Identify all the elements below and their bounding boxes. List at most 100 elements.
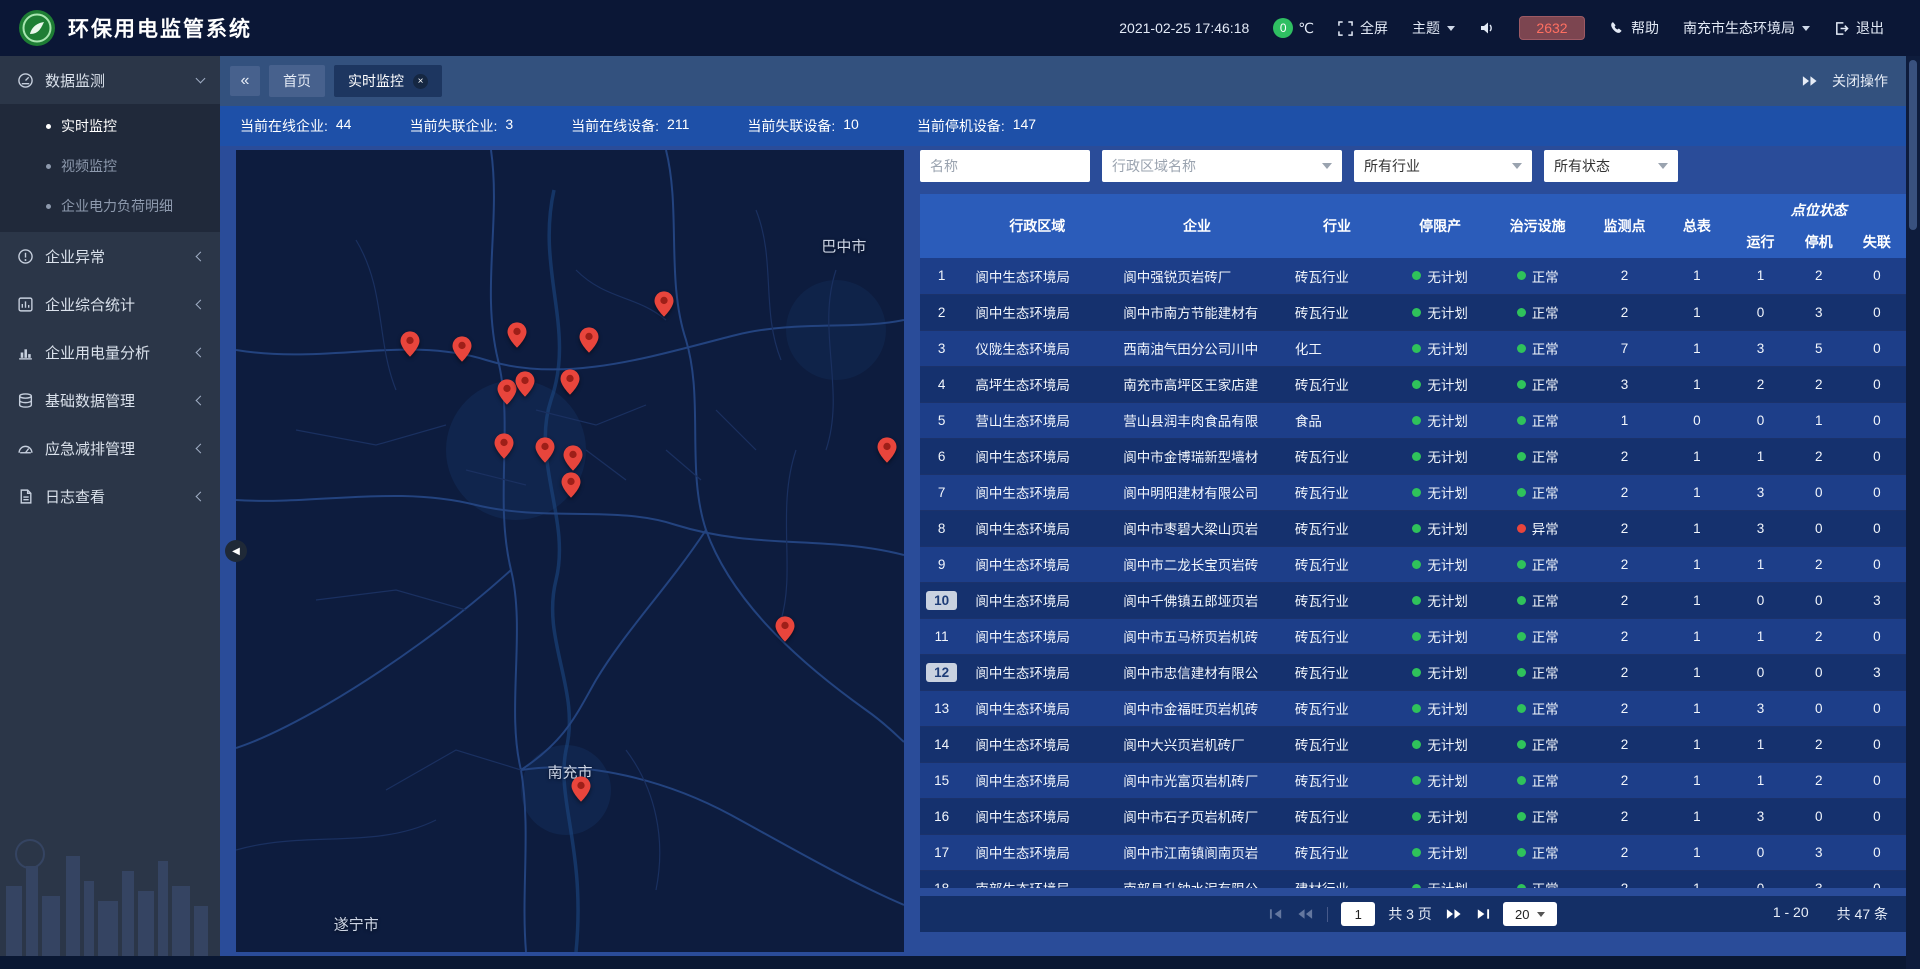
- pagination-first-button[interactable]: [1269, 908, 1284, 920]
- table-row[interactable]: 8 阆中生态环境局 阆中市枣碧大梁山页岩 砖瓦行业 无计划 异常 2 1 3 0…: [920, 510, 1906, 546]
- map-pin-icon[interactable]: [571, 776, 590, 807]
- tabs-scroll-right-button[interactable]: [1801, 75, 1818, 87]
- map-pin-icon[interactable]: [561, 369, 580, 400]
- help-button[interactable]: 帮助: [1609, 18, 1659, 38]
- speaker-icon[interactable]: [1479, 20, 1495, 36]
- top-header: 环保用电监管系统 2021-02-25 17:46:18 0 ℃ 全屏 主题 2…: [0, 0, 1920, 56]
- status-dot-icon: [1517, 560, 1526, 569]
- map-pin-icon[interactable]: [580, 327, 599, 358]
- cell-treatment-status: 正常: [1489, 762, 1587, 798]
- sidebar-group[interactable]: 企业异常: [0, 232, 220, 280]
- map-pin-icon[interactable]: [508, 322, 527, 353]
- page-size-select[interactable]: 20: [1503, 902, 1557, 926]
- row-index: 6: [920, 438, 963, 474]
- sidebar-group[interactable]: 日志查看: [0, 472, 220, 520]
- chevron-down-icon: [1447, 26, 1455, 31]
- cell-running: 0: [1731, 654, 1789, 690]
- scrollbar-thumb[interactable]: [1909, 60, 1917, 230]
- map-pin-icon[interactable]: [877, 437, 896, 468]
- map-collapse-button[interactable]: ◀: [225, 540, 247, 562]
- pagination-next-button[interactable]: [1445, 908, 1462, 920]
- stat-item: 当前在线企业: 44: [240, 116, 351, 136]
- sidebar-subitem[interactable]: 实时监控: [0, 106, 220, 146]
- table-row[interactable]: 3 仪陇生态环境局 西南油气田分公司川中 化工 无计划 正常 7 1 3 5 0: [920, 330, 1906, 366]
- close-operations-button[interactable]: 关闭操作: [1832, 71, 1888, 91]
- tab[interactable]: 首页: [269, 65, 325, 97]
- table-row[interactable]: 9 阆中生态环境局 阆中市二龙长宝页岩砖 砖瓦行业 无计划 正常 2 1 1 2…: [920, 546, 1906, 582]
- sidebar-group[interactable]: 企业综合统计: [0, 280, 220, 328]
- sidebar-subitem[interactable]: 企业电力负荷明细: [0, 186, 220, 226]
- map-pin-icon[interactable]: [655, 291, 674, 322]
- table-row[interactable]: 13 阆中生态环境局 阆中市金福旺页岩机砖 砖瓦行业 无计划 正常 2 1 3 …: [920, 690, 1906, 726]
- table-row[interactable]: 4 高坪生态环境局 南充市高坪区王家店建 砖瓦行业 无计划 正常 3 1 2 2…: [920, 366, 1906, 402]
- map-pin-icon[interactable]: [497, 379, 516, 410]
- pagination-prev-button[interactable]: [1297, 908, 1314, 920]
- map-city-label: 巴中市: [821, 236, 866, 257]
- cell-company: 阆中明阳建材有限公司: [1111, 474, 1283, 510]
- table-row[interactable]: 14 阆中生态环境局 阆中大兴页岩机砖厂 砖瓦行业 无计划 正常 2 1 1 2…: [920, 726, 1906, 762]
- tabs-scroll-left-button[interactable]: «: [230, 66, 260, 96]
- cell-running: 0: [1731, 834, 1789, 870]
- cell-offline: 0: [1848, 366, 1906, 402]
- scrollbar[interactable]: [1906, 56, 1920, 969]
- table-row[interactable]: 16 阆中生态环境局 阆中市石子页岩机砖厂 砖瓦行业 无计划 正常 2 1 3 …: [920, 798, 1906, 834]
- chevron-down-icon: [1537, 912, 1545, 917]
- region-filter-dropdown[interactable]: 行政区域名称: [1102, 150, 1342, 182]
- org-dropdown[interactable]: 南充市生态环境局: [1683, 18, 1810, 38]
- logout-button[interactable]: 退出: [1834, 18, 1884, 38]
- sidebar-group[interactable]: 数据监测: [0, 56, 220, 104]
- status-dot-icon: [1412, 344, 1421, 353]
- table-row[interactable]: 7 阆中生态环境局 阆中明阳建材有限公司 砖瓦行业 无计划 正常 2 1 3 0…: [920, 474, 1906, 510]
- table-row[interactable]: 11 阆中生态环境局 阆中市五马桥页岩机砖 砖瓦行业 无计划 正常 2 1 1 …: [920, 618, 1906, 654]
- cell-running: 3: [1731, 690, 1789, 726]
- cell-stopped: 3: [1790, 294, 1848, 330]
- tab[interactable]: 实时监控 ×: [334, 65, 442, 97]
- cell-region: 阆中生态环境局: [963, 654, 1111, 690]
- table-row[interactable]: 5 营山生态环境局 营山县润丰肉食品有限 食品 无计划 正常 1 0 0 1 0: [920, 402, 1906, 438]
- theme-dropdown[interactable]: 主题: [1412, 18, 1455, 38]
- main-content: 巴中市南充市遂宁市 ◀ 行政区域名称 所有行业 所有状态: [220, 146, 1906, 956]
- table-row[interactable]: 6 阆中生态环境局 阆中市金博瑞新型墙材 砖瓦行业 无计划 正常 2 1 1 2…: [920, 438, 1906, 474]
- stats-icon: [16, 296, 34, 313]
- cell-monitor-points: 2: [1587, 726, 1663, 762]
- sidebar-group[interactable]: 企业用电量分析: [0, 328, 220, 376]
- map-pin-icon[interactable]: [536, 437, 555, 468]
- row-index: 3: [920, 330, 963, 366]
- status-dot-icon: [1517, 488, 1526, 497]
- status-dot-icon: [1517, 704, 1526, 713]
- pagination-last-button[interactable]: [1475, 908, 1490, 920]
- cell-total-meters: 1: [1662, 474, 1731, 510]
- map-pin-icon[interactable]: [400, 331, 419, 362]
- table-row[interactable]: 10 阆中生态环境局 阆中千佛镇五郎垭页岩 砖瓦行业 无计划 正常 2 1 0 …: [920, 582, 1906, 618]
- fullscreen-button[interactable]: 全屏: [1338, 18, 1388, 38]
- map-pin-icon[interactable]: [453, 336, 472, 367]
- table-row[interactable]: 18 南部生态环境局 南部县升钟水泥有限公 建材行业 无计划 正常 2 1 0 …: [920, 870, 1906, 888]
- alarm-count-badge[interactable]: 2632: [1519, 16, 1585, 40]
- map-pin-icon[interactable]: [515, 371, 534, 402]
- sidebar-group[interactable]: 应急减排管理: [0, 424, 220, 472]
- cell-production-status: 无计划: [1391, 546, 1489, 582]
- map-pin-icon[interactable]: [494, 433, 513, 464]
- sidebar-subitem[interactable]: 视频监控: [0, 146, 220, 186]
- cell-offline: 0: [1848, 258, 1906, 294]
- table-row[interactable]: 15 阆中生态环境局 阆中市光富页岩机砖厂 砖瓦行业 无计划 正常 2 1 1 …: [920, 762, 1906, 798]
- industry-filter-dropdown[interactable]: 所有行业: [1354, 150, 1532, 182]
- table-row[interactable]: 12 阆中生态环境局 阆中市忠信建材有限公 砖瓦行业 无计划 正常 2 1 0 …: [920, 654, 1906, 690]
- table-row[interactable]: 1 阆中生态环境局 阆中强锐页岩砖厂 砖瓦行业 无计划 正常 2 1 1 2 0: [920, 258, 1906, 294]
- status-filter-dropdown[interactable]: 所有状态: [1544, 150, 1678, 182]
- tab-close-icon[interactable]: ×: [413, 74, 428, 89]
- table-row[interactable]: 17 阆中生态环境局 阆中市江南镇阆南页岩 砖瓦行业 无计划 正常 2 1 0 …: [920, 834, 1906, 870]
- cell-production-status: 无计划: [1391, 690, 1489, 726]
- map-roads-decoration: [236, 150, 904, 952]
- map-pin-icon[interactable]: [562, 472, 581, 503]
- map-pin-icon[interactable]: [776, 616, 795, 647]
- page-number-input[interactable]: 1: [1341, 902, 1375, 926]
- gauge-icon: [16, 72, 34, 89]
- table-row[interactable]: 2 阆中生态环境局 阆中市南方节能建材有 砖瓦行业 无计划 正常 2 1 0 3…: [920, 294, 1906, 330]
- name-filter-input[interactable]: [920, 150, 1090, 182]
- cell-company: 阆中市光富页岩机砖厂: [1111, 762, 1283, 798]
- sidebar-group[interactable]: 基础数据管理: [0, 376, 220, 424]
- cell-production-status: 无计划: [1391, 798, 1489, 834]
- map-canvas[interactable]: 巴中市南充市遂宁市 ◀: [236, 150, 904, 952]
- cell-production-status: 无计划: [1391, 402, 1489, 438]
